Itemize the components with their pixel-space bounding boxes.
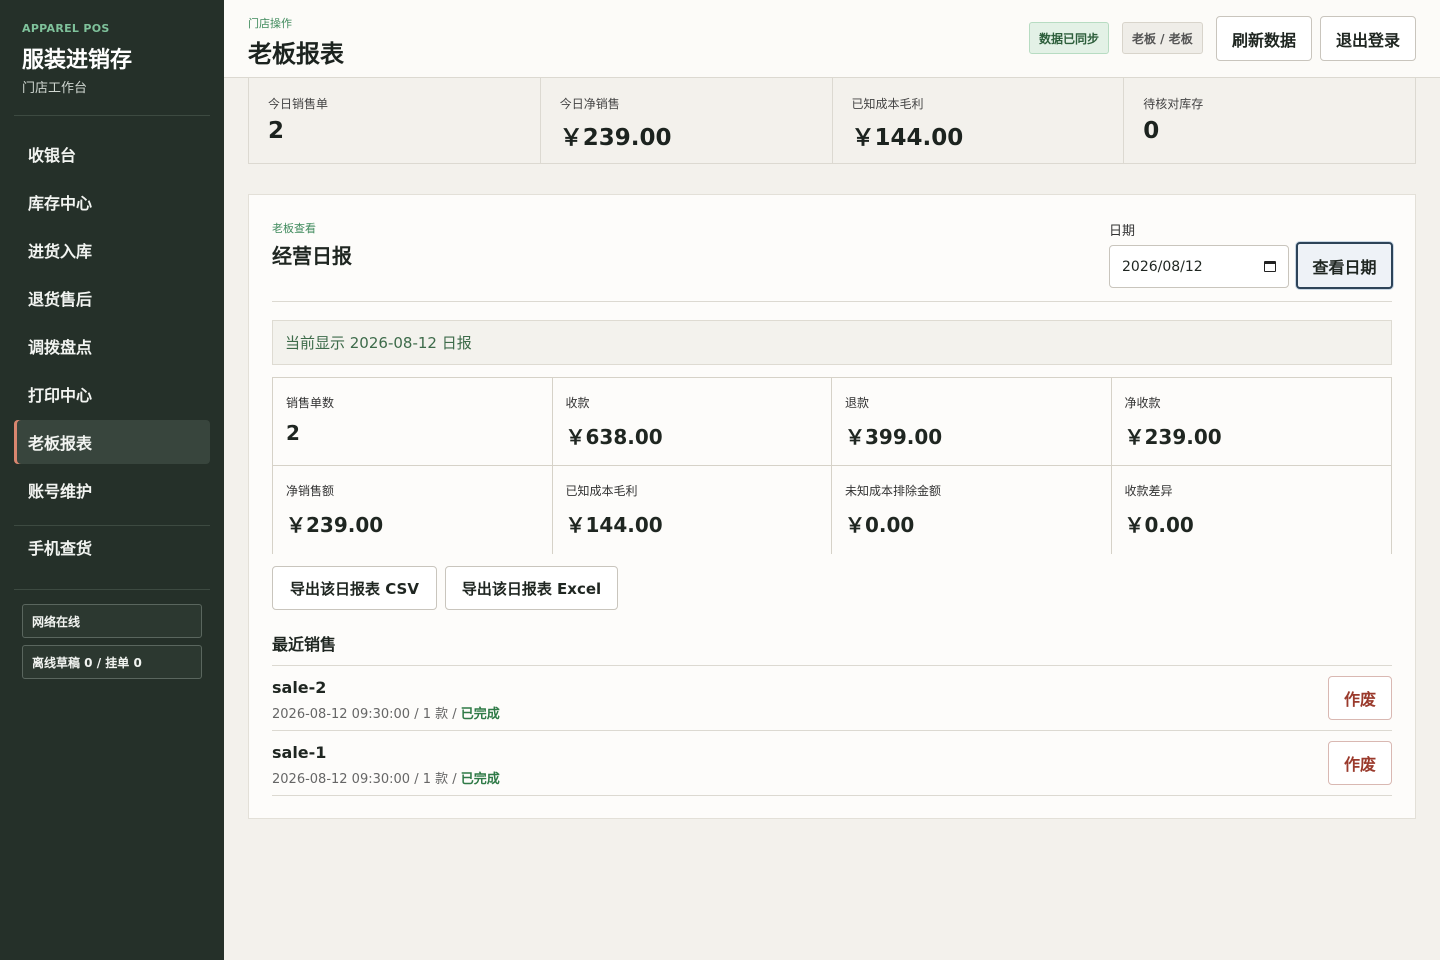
metric-label: 已知成本毛利 (565, 484, 638, 498)
void-sale-button[interactable]: 作废 (1328, 741, 1392, 785)
date-value: 2026/08/12 (1122, 258, 1203, 275)
network-status: 网络在线 (22, 604, 202, 638)
report-notice: 当前显示 2026-08-12 日报 (272, 320, 1392, 365)
metric-label: 收款 (565, 396, 590, 410)
sidebar-divider (14, 115, 210, 116)
export-excel-button[interactable]: 导出该日报表 Excel (445, 566, 618, 610)
sidebar: APPAREL POS 服装进销存 门店工作台 收银台 库存中心 进货入库 退货… (0, 0, 224, 960)
metric-value: ￥399.00 (845, 425, 943, 449)
metric-net-received: 净收款 ￥239.00 (1111, 378, 1391, 466)
metric-label: 收款差异 (1124, 484, 1173, 498)
sale-meta: 2026-08-12 09:30:00 / 1 款 / 已完成 (272, 768, 500, 787)
brand-subtitle: APPAREL POS (22, 22, 110, 35)
stat-label: 今日净销售 (559, 97, 620, 111)
card-breadcrumb: 老板查看 (272, 222, 316, 235)
breadcrumb: 门店操作 (248, 17, 292, 30)
sale-row: sale-1 2026-08-12 09:30:00 / 1 款 / 已完成 作… (272, 730, 1392, 795)
sale-row: sale-2 2026-08-12 09:30:00 / 1 款 / 已完成 作… (272, 665, 1392, 730)
metric-label: 净销售额 (286, 484, 335, 498)
recent-sales-title: 最近销售 (272, 635, 337, 654)
stat-label: 今日销售单 (268, 97, 329, 111)
metric-order-count: 销售单数 2 (273, 378, 553, 466)
date-label: 日期 (1109, 224, 1136, 239)
metric-value: ￥239.00 (286, 513, 384, 537)
card-title: 经营日报 (272, 244, 352, 268)
top-header: 门店操作 老板报表 数据已同步 老板 / 老板 刷新数据 退出登录 (224, 0, 1440, 78)
calendar-icon[interactable] (1264, 261, 1276, 272)
refresh-button[interactable]: 刷新数据 (1216, 16, 1312, 61)
sidebar-item-returns[interactable]: 退货售后 (14, 276, 210, 320)
offline-draft-status: 离线草稿 0 / 挂单 0 (22, 645, 202, 679)
metrics-grid: 销售单数 2 收款 ￥638.00 退款 ￥399.00 净收款 ￥239.00… (272, 377, 1392, 554)
stat-label: 已知成本毛利 (851, 97, 924, 111)
metric-label: 净收款 (1124, 396, 1161, 410)
sidebar-divider (14, 589, 210, 590)
sale-meta: 2026-08-12 09:30:00 / 1 款 / 已完成 (272, 703, 500, 722)
metric-value: ￥638.00 (565, 425, 663, 449)
stat-pending-stock: 待核对库存 0 (1124, 78, 1416, 163)
metric-net-sales: 净销售额 ￥239.00 (273, 466, 553, 554)
metric-refund: 退款 ￥399.00 (832, 378, 1112, 466)
stat-value: ￥144.00 (851, 125, 964, 151)
sidebar-item-boss-report[interactable]: 老板报表 (14, 420, 210, 464)
metric-received: 收款 ￥638.00 (552, 378, 832, 466)
sale-meta-text: 2026-08-12 09:30:00 / 1 款 / (272, 772, 461, 787)
metric-label: 销售单数 (286, 396, 335, 410)
stat-today-net-sales: 今日净销售 ￥239.00 (541, 78, 833, 163)
sidebar-item-mobile-lookup[interactable]: 手机查货 (14, 525, 210, 569)
sale-status: 已完成 (460, 707, 500, 722)
page-title: 老板报表 (248, 40, 344, 68)
card-divider (272, 301, 1392, 302)
today-stats: 今日销售单 2 今日净销售 ￥239.00 已知成本毛利 ￥144.00 待核对… (248, 78, 1416, 164)
sidebar-item-transfer[interactable]: 调拨盘点 (14, 324, 210, 368)
stat-value: 0 (1143, 118, 1160, 144)
export-csv-button[interactable]: 导出该日报表 CSV (272, 566, 437, 610)
metric-label: 退款 (845, 396, 870, 410)
sidebar-item-accounts[interactable]: 账号维护 (14, 468, 210, 512)
metric-payment-diff: 收款差异 ￥0.00 (1111, 466, 1391, 554)
sale-meta-text: 2026-08-12 09:30:00 / 1 款 / (272, 707, 461, 722)
metric-value: 2 (286, 421, 300, 445)
brand-title: 服装进销存 (22, 48, 133, 73)
logout-button[interactable]: 退出登录 (1320, 16, 1416, 61)
metric-value: ￥0.00 (845, 513, 915, 537)
daily-report-card: 老板查看 经营日报 日期 2026/08/12 查看日期 当前显示 2026-0… (248, 194, 1416, 819)
stat-value: 2 (268, 118, 285, 144)
sidebar-item-cashier[interactable]: 收银台 (14, 132, 210, 176)
list-end-divider (272, 795, 1392, 796)
brand-description: 门店工作台 (22, 81, 88, 96)
void-sale-button[interactable]: 作废 (1328, 676, 1392, 720)
sale-id: sale-1 (272, 743, 327, 762)
sidebar-item-inventory[interactable]: 库存中心 (14, 180, 210, 224)
stat-value: ￥239.00 (559, 125, 672, 151)
sale-id: sale-2 (272, 678, 327, 697)
stat-today-orders: 今日销售单 2 (249, 78, 541, 163)
view-date-button[interactable]: 查看日期 (1296, 242, 1393, 289)
user-role-badge: 老板 / 老板 (1122, 22, 1203, 54)
metric-value: ￥0.00 (1124, 513, 1194, 537)
sidebar-item-purchase[interactable]: 进货入库 (14, 228, 210, 272)
metric-unknown-cost: 未知成本排除金额 ￥0.00 (832, 466, 1112, 554)
stat-gross-profit: 已知成本毛利 ￥144.00 (833, 78, 1125, 163)
sidebar-item-print[interactable]: 打印中心 (14, 372, 210, 416)
metric-value: ￥144.00 (565, 513, 663, 537)
metric-label: 未知成本排除金额 (845, 484, 942, 498)
metric-value: ￥239.00 (1124, 425, 1222, 449)
sync-status-badge: 数据已同步 (1029, 22, 1110, 54)
metric-gross-profit: 已知成本毛利 ￥144.00 (552, 466, 832, 554)
stat-label: 待核对库存 (1143, 97, 1204, 111)
sale-status: 已完成 (460, 772, 500, 787)
date-input[interactable]: 2026/08/12 (1109, 245, 1289, 288)
